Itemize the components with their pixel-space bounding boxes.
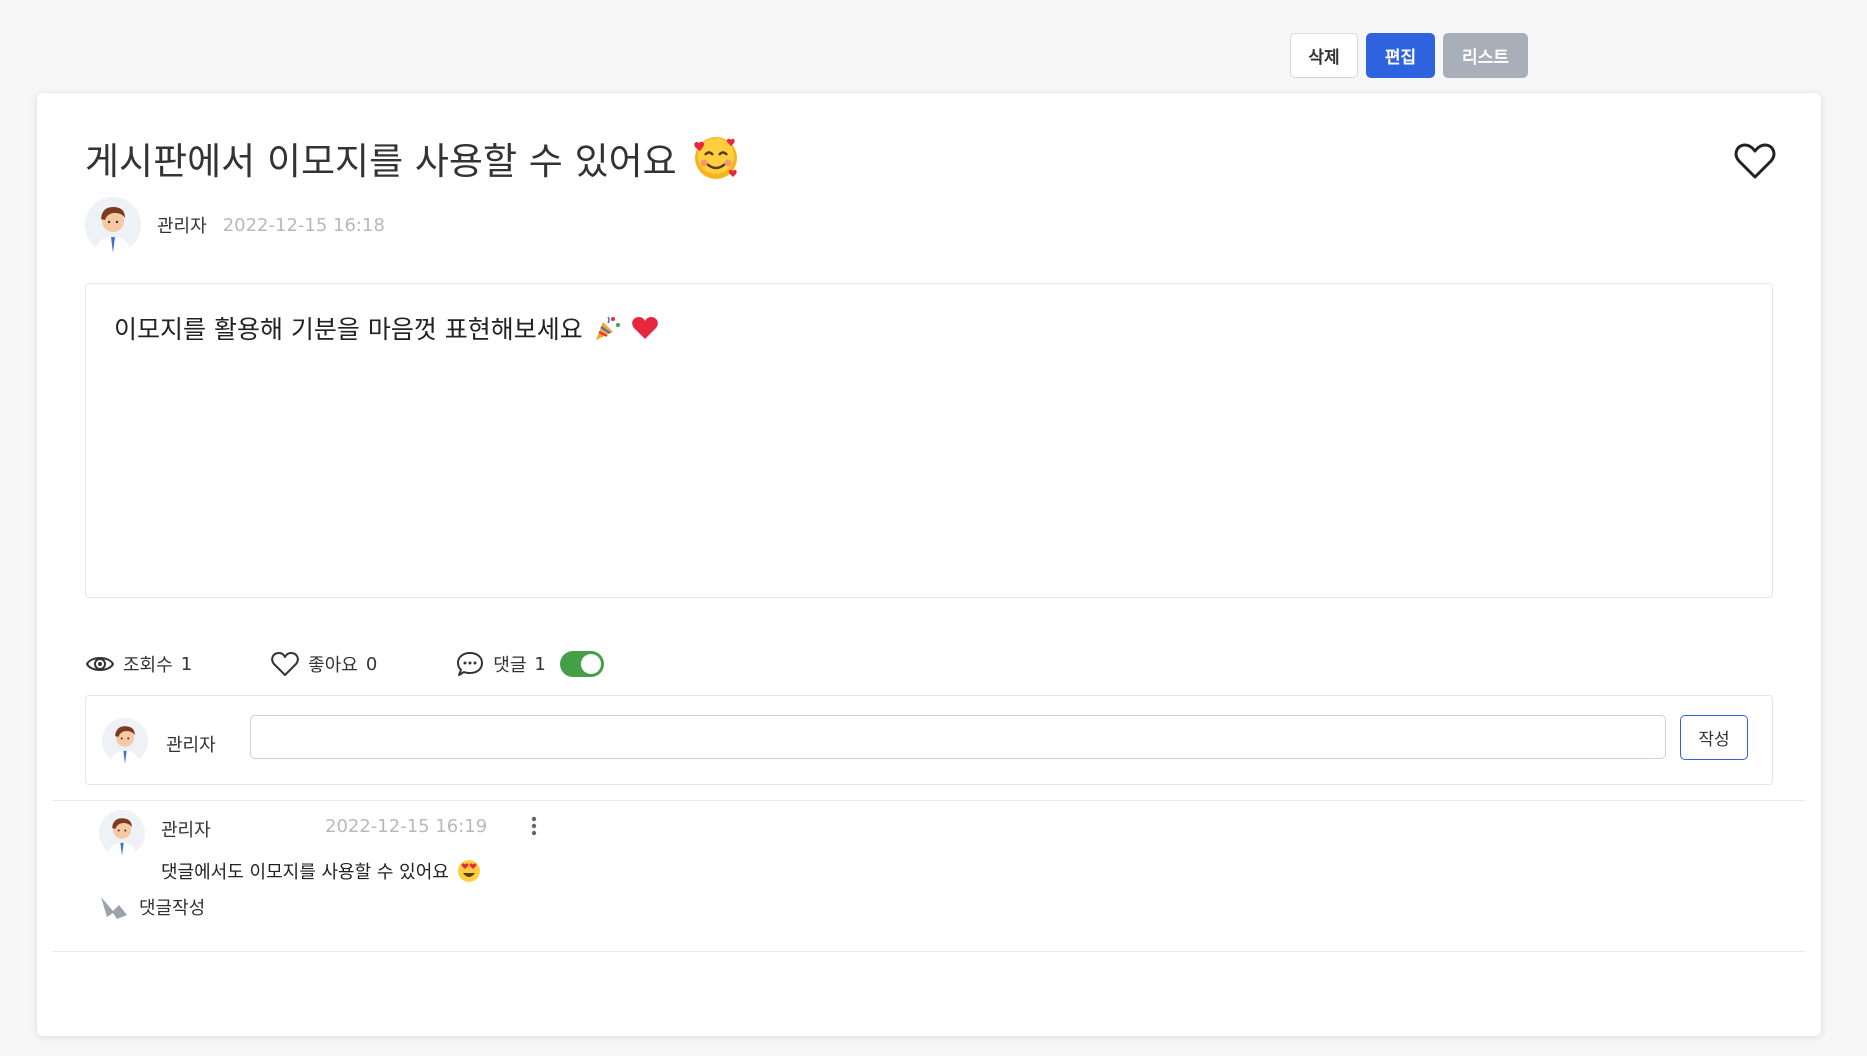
avatar (99, 810, 145, 856)
reply-label: 댓글작성 (139, 898, 206, 919)
reply-button[interactable]: 댓글작성 (99, 893, 205, 921)
comment-author: 관리자 (161, 820, 211, 841)
comments-toggle[interactable] (559, 651, 604, 677)
views-count: 1 (180, 653, 193, 675)
party-popper-icon (595, 316, 620, 340)
avatar (85, 197, 141, 253)
reply-arrow-icon (101, 897, 127, 919)
red-heart-icon (631, 317, 658, 339)
comment-form: 관리자 작성 (85, 695, 1773, 785)
comments-label: 댓글 (493, 655, 527, 676)
comment-more-menu[interactable] (527, 814, 541, 838)
comment-form-author: 관리자 (166, 735, 216, 756)
smiling-face-with-hearts-icon (694, 137, 737, 179)
vertical-ellipsis-icon (531, 816, 537, 836)
post-actions: 삭제 편집 리스트 (1290, 33, 1528, 78)
post-date: 2022-12-15 16:18 (222, 214, 385, 236)
speech-bubble-icon (457, 652, 484, 676)
views-stat: 조회수 1 (85, 649, 192, 679)
eye-icon (85, 657, 115, 671)
post-title: 게시판에서 이모지를 사용할 수 있어요 (85, 131, 739, 185)
comments-count: 1 (534, 653, 546, 675)
post-content-text: 이모지를 활용해 기분을 마음껏 표현해보세요 (114, 315, 583, 344)
post-content-box: 이모지를 활용해 기분을 마음껏 표현해보세요 (85, 283, 1773, 598)
edit-button[interactable]: 편집 (1366, 33, 1435, 78)
comment-text: 댓글에서도 이모지를 사용할 수 있어요 (161, 862, 449, 883)
person-avatar-icon (99, 810, 145, 856)
heart-outline-icon (1734, 143, 1776, 179)
post-stats: 조회수 1 좋아요 0 댓글 1 (85, 649, 604, 679)
heart-eyes-face-icon (457, 860, 480, 882)
person-avatar-icon (102, 718, 148, 764)
post-author-name: 관리자 (157, 216, 207, 237)
post-author-row: 관리자 2022-12-15 16:18 (85, 197, 385, 253)
divider (53, 800, 1805, 801)
likes-stat: 좋아요 0 (270, 649, 377, 679)
heart-outline-icon (271, 652, 299, 676)
delete-button[interactable]: 삭제 (1290, 33, 1358, 78)
post-content: 이모지를 활용해 기분을 마음껏 표현해보세요 (114, 310, 659, 346)
comment-date: 2022-12-15 16:19 (325, 816, 488, 837)
comment-item: 관리자 2022-12-15 16:19 댓글에서도 이모지를 사용할 수 있어… (99, 810, 1799, 950)
likes-count: 0 (365, 653, 378, 675)
divider (53, 951, 1805, 952)
person-avatar-icon (85, 197, 141, 253)
views-label: 조회수 (123, 655, 173, 676)
avatar (102, 718, 148, 764)
list-button[interactable]: 리스트 (1443, 33, 1528, 78)
post-title-text: 게시판에서 이모지를 사용할 수 있어요 (85, 140, 677, 183)
comment-submit-button[interactable]: 작성 (1680, 715, 1748, 760)
like-heart-button[interactable] (1733, 139, 1777, 183)
comment-input[interactable] (250, 715, 1666, 759)
post-card: 게시판에서 이모지를 사용할 수 있어요 관리자 2022-12-15 16:1… (37, 93, 1821, 1036)
comments-stat: 댓글 1 (455, 649, 604, 679)
comment-content: 댓글에서도 이모지를 사용할 수 있어요 (161, 858, 481, 884)
likes-label: 좋아요 (308, 655, 358, 676)
